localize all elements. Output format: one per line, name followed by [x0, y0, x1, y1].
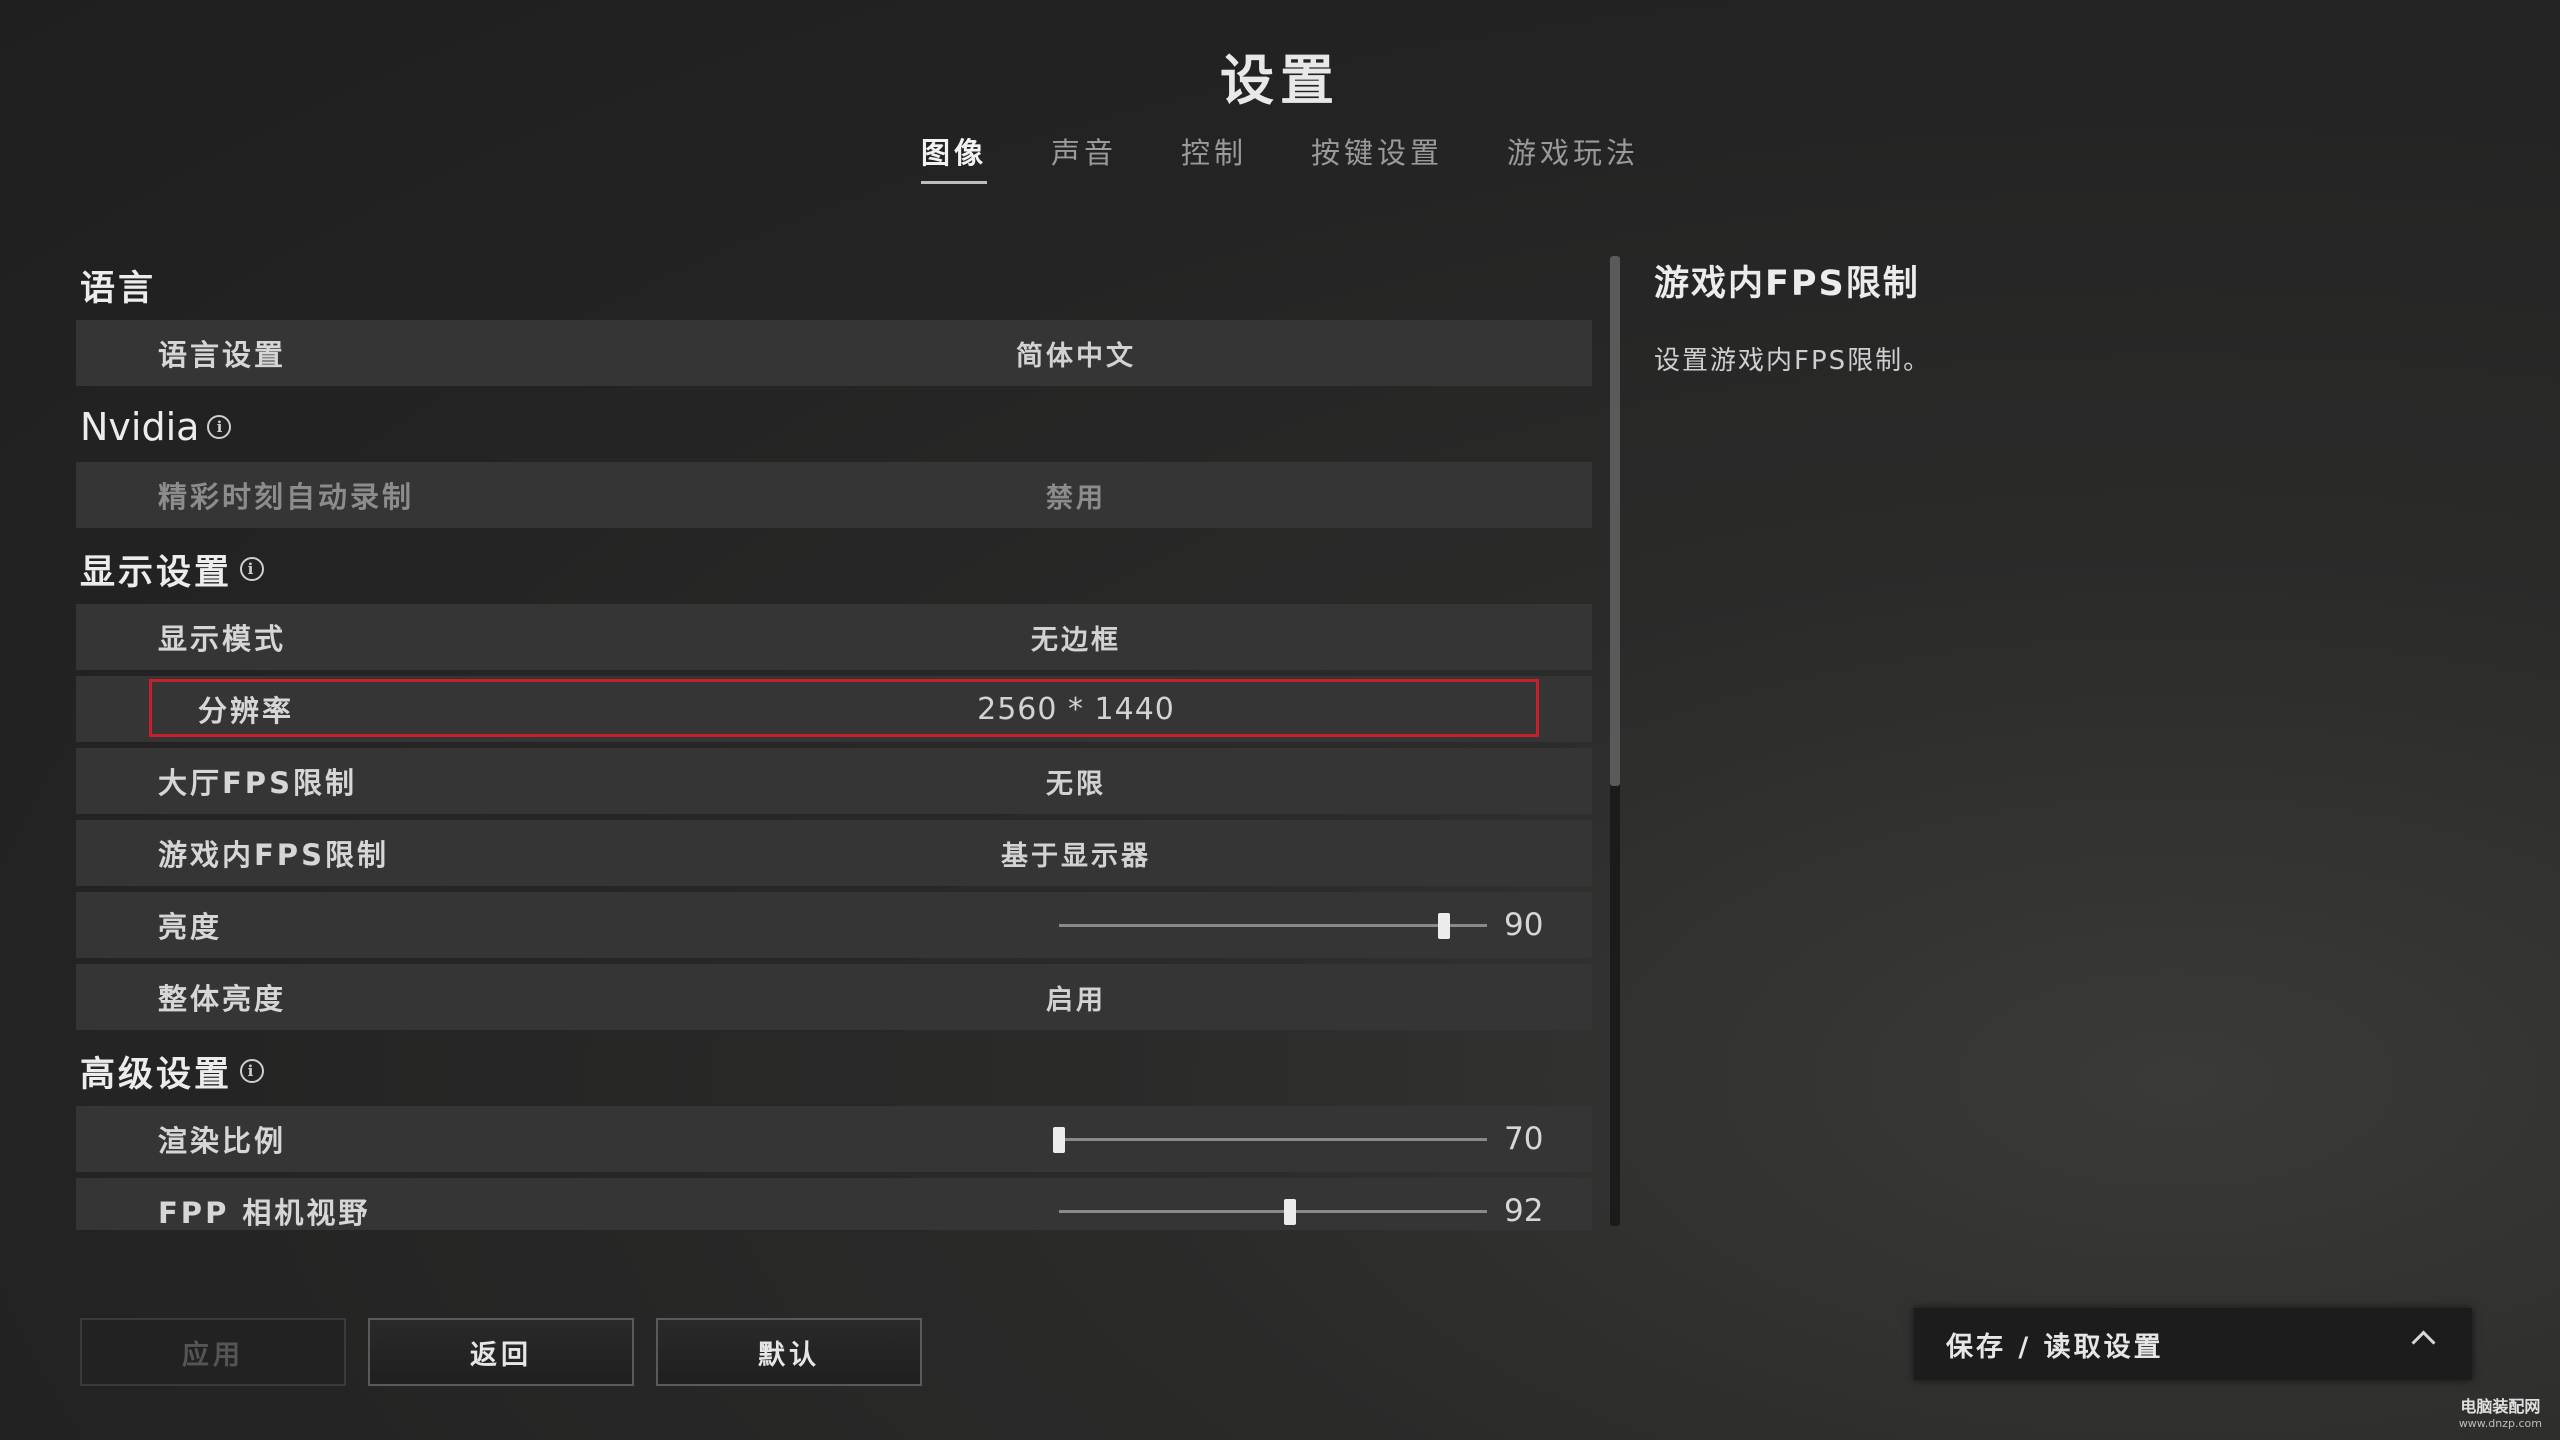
setting-label: 游戏内FPS限制 — [158, 838, 389, 872]
page-title: 设置 — [1220, 49, 1340, 112]
default-button[interactable]: 默认 — [656, 1318, 922, 1386]
save-load-panel[interactable]: 保存 / 读取设置 — [1914, 1308, 2472, 1380]
info-icon[interactable]: i — [240, 557, 265, 581]
slider-handle[interactable] — [1438, 913, 1451, 939]
setting-label: FPP 相机视野 — [158, 1196, 371, 1230]
setting-label: 渲染比例 — [158, 1124, 287, 1158]
slider-handle[interactable] — [1053, 1127, 1065, 1153]
watermark: 电脑装配网 www.dnzp.com — [2459, 1393, 2542, 1430]
info-icon[interactable]: i — [207, 415, 232, 439]
chevron-up-icon[interactable] — [2411, 1330, 2436, 1355]
setting-row-ingame-fps[interactable]: 游戏内FPS限制 基于显示器 — [76, 820, 1592, 886]
setting-label: 整体亮度 — [158, 982, 287, 1016]
setting-row-render-scale[interactable]: 渲染比例 70 — [76, 1106, 1592, 1172]
info-icon[interactable]: i — [240, 1059, 265, 1083]
setting-value[interactable]: 基于显示器 — [806, 834, 1346, 873]
setting-value[interactable]: 无限 — [806, 762, 1346, 801]
render-scale-slider[interactable] — [1053, 1127, 1487, 1153]
setting-label: 精彩时刻自动录制 — [158, 480, 415, 514]
detail-description: 设置游戏内FPS限制。 — [1654, 346, 1932, 376]
setting-row-language[interactable]: 语言设置 简体中文 — [76, 320, 1592, 386]
watermark-main: 电脑装配网 — [2460, 1397, 2541, 1416]
apply-button[interactable]: 应用 — [80, 1318, 346, 1386]
section-display-label: 显示设置 — [80, 552, 233, 593]
setting-value[interactable]: 简体中文 — [806, 334, 1346, 373]
setting-row-highlights[interactable]: 精彩时刻自动录制 禁用 — [76, 462, 1592, 528]
settings-list[interactable]: 语言 语言设置 简体中文 Nvidia i 精彩时刻自动录制 禁用 显示设置 i… — [76, 250, 1592, 1230]
setting-row-brightness[interactable]: 亮度 90 — [76, 892, 1592, 958]
setting-row-display-mode[interactable]: 显示模式 无边框 — [76, 604, 1592, 670]
brightness-slider[interactable] — [1059, 913, 1487, 939]
setting-value[interactable]: 启用 — [806, 978, 1346, 1017]
tab-graphics[interactable]: 图像 — [920, 130, 987, 184]
setting-value[interactable]: 无边框 — [806, 618, 1346, 657]
detail-title: 游戏内FPS限制 — [1654, 264, 1920, 304]
section-display-title: 显示设置 i — [76, 534, 1592, 604]
tab-gameplay[interactable]: 游戏玩法 — [1507, 130, 1639, 184]
slider-value: 92 — [1504, 1193, 1544, 1229]
setting-value[interactable]: 禁用 — [806, 476, 1346, 515]
section-advanced-title: 高级设置 i — [76, 1036, 1592, 1106]
setting-label: 显示模式 — [158, 622, 287, 656]
setting-row-resolution[interactable]: 分辨率 2560 * 1440 — [76, 676, 1592, 742]
slider-handle[interactable] — [1284, 1199, 1297, 1225]
save-load-label: 保存 / 读取设置 — [1946, 1331, 2164, 1363]
section-nvidia-title: Nvidia i — [76, 392, 1592, 462]
tab-controls[interactable]: 控制 — [1181, 130, 1247, 184]
back-button[interactable]: 返回 — [368, 1318, 634, 1386]
setting-row-lobby-fps[interactable]: 大厅FPS限制 无限 — [76, 748, 1592, 814]
watermark-sub: www.dnzp.com — [2458, 1417, 2542, 1430]
setting-row-overall-brightness[interactable]: 整体亮度 启用 — [76, 964, 1592, 1030]
setting-label: 亮度 — [158, 910, 223, 944]
setting-row-fpp-fov[interactable]: FPP 相机视野 92 — [76, 1178, 1592, 1230]
scrollbar-thumb[interactable] — [1610, 256, 1620, 786]
setting-label: 大厅FPS限制 — [158, 766, 357, 800]
setting-value[interactable]: 2560 * 1440 — [806, 692, 1346, 727]
scrollbar[interactable] — [1610, 256, 1620, 1226]
tab-keybindings[interactable]: 按键设置 — [1311, 130, 1443, 184]
setting-label: 分辨率 — [198, 694, 295, 728]
setting-label: 语言设置 — [158, 338, 287, 372]
slider-value: 70 — [1504, 1121, 1544, 1157]
section-nvidia-label: Nvidia — [80, 405, 200, 449]
slider-value: 90 — [1504, 907, 1544, 943]
tab-sound[interactable]: 声音 — [1051, 130, 1117, 184]
section-language-title: 语言 — [76, 250, 1592, 320]
section-advanced-label: 高级设置 — [80, 1054, 233, 1095]
fov-slider[interactable] — [1059, 1199, 1487, 1225]
tab-bar: 图像 声音 控制 按键设置 游戏玩法 — [0, 130, 2560, 184]
section-language-label: 语言 — [80, 268, 157, 309]
